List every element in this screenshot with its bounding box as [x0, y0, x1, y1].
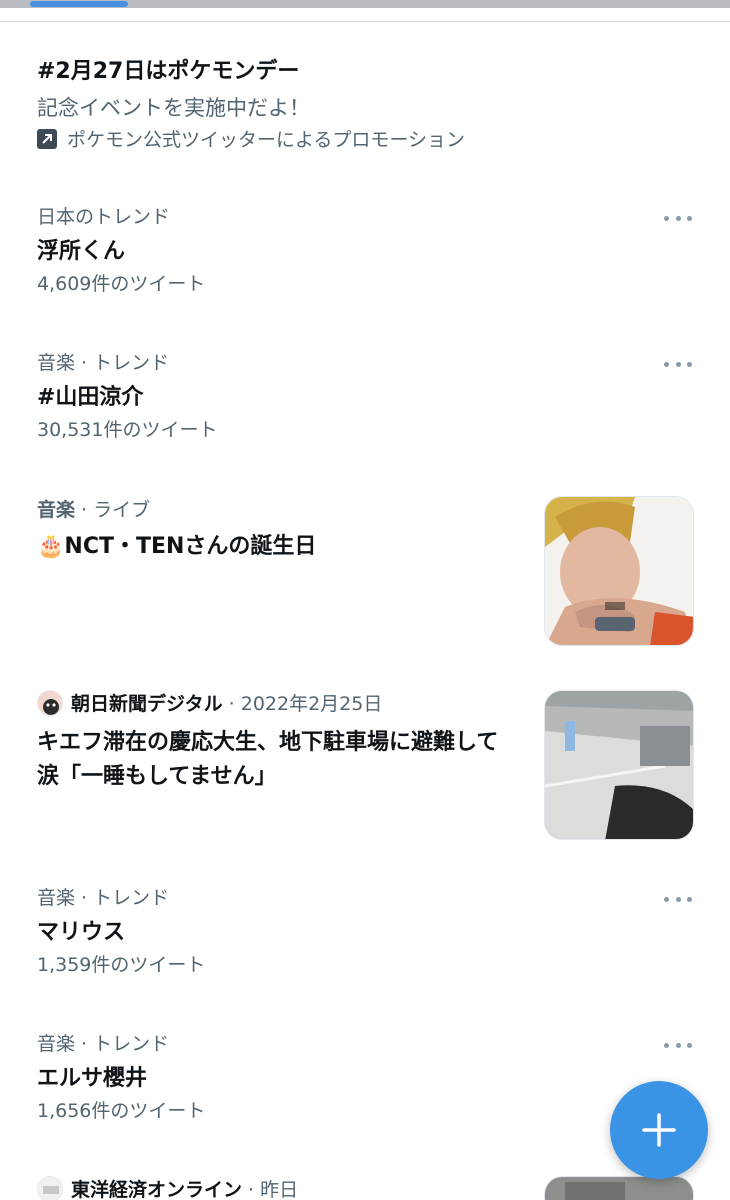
promoted-label: ポケモン公式ツイッターによるプロモーション [37, 127, 465, 153]
cake-icon: 🎂 [37, 534, 65, 559]
trend-context: 音楽 · トレンド [37, 352, 170, 374]
trend-tweet-count: 30,531件のツイート [37, 419, 218, 441]
news-source: 朝日新聞デジタル [71, 693, 223, 715]
trend-name: 浮所くん [37, 239, 126, 264]
trend-name: #山田涼介 [37, 385, 144, 410]
event-title-line: 🎂NCT・TENさんの誕生日 [37, 532, 316, 562]
news-meta: 東洋経済オンライン · 昨日 [37, 1176, 298, 1200]
promo-description: 記念イベントを実施中だよ！ [37, 96, 310, 120]
promo-title: #2月27日はポケモンデー [37, 59, 300, 84]
news-date: · 昨日 [242, 1179, 299, 1200]
more-options-icon[interactable] [664, 1035, 692, 1055]
news-meta: 朝日新聞デジタル · 2022年2月25日 [37, 690, 517, 718]
news-item[interactable]: 東洋経済オンライン · 昨日 [0, 1176, 730, 1200]
news-headline: キエフ滞在の慶応大生、地下駐車場に避難して涙「一睡もしてません」 [37, 730, 499, 789]
event-tag: ライブ [93, 499, 151, 521]
event-title: NCT・TENさんの誕生日 [64, 534, 317, 559]
news-date: · 2022年2月25日 [222, 693, 383, 715]
more-options-icon[interactable] [664, 889, 692, 909]
active-tab-indicator[interactable] [30, 1, 128, 7]
event-category: 音楽 [37, 499, 76, 521]
promoted-by-text: ポケモン公式ツイッターによるプロモーション [67, 129, 466, 151]
more-options-icon[interactable] [664, 354, 692, 374]
news-image [545, 1177, 693, 1200]
trend-context: 音楽 · トレンド [37, 1033, 170, 1055]
trend-name: マリウス [37, 920, 126, 945]
parking-garage-image [545, 691, 693, 839]
more-options-icon[interactable] [664, 208, 692, 228]
trend-tweet-count: 1,359件のツイート [37, 954, 206, 976]
trend-tweet-count: 4,609件のツイート [37, 273, 206, 295]
source-avatar [37, 690, 63, 716]
trend-tweet-count: 1,656件のツイート [37, 1100, 206, 1122]
trend-name: エルサ櫻井 [37, 1066, 148, 1091]
source-avatar [37, 1176, 63, 1200]
plus-icon [642, 1113, 676, 1147]
trend-context: 音楽 · トレンド [37, 887, 170, 909]
promoted-arrow-icon [37, 129, 57, 149]
news-thumbnail[interactable] [544, 1176, 694, 1200]
trend-context: 日本のトレンド [37, 206, 171, 228]
event-meta: 音楽 · ライブ [37, 498, 316, 522]
news-source: 東洋経済オンライン [71, 1179, 243, 1200]
event-thumbnail[interactable] [544, 496, 694, 646]
top-bar [0, 0, 730, 22]
event-separator: · [75, 499, 94, 521]
compose-tweet-button[interactable] [610, 1081, 708, 1179]
news-thumbnail[interactable] [544, 690, 694, 840]
portrait-image [545, 497, 693, 645]
